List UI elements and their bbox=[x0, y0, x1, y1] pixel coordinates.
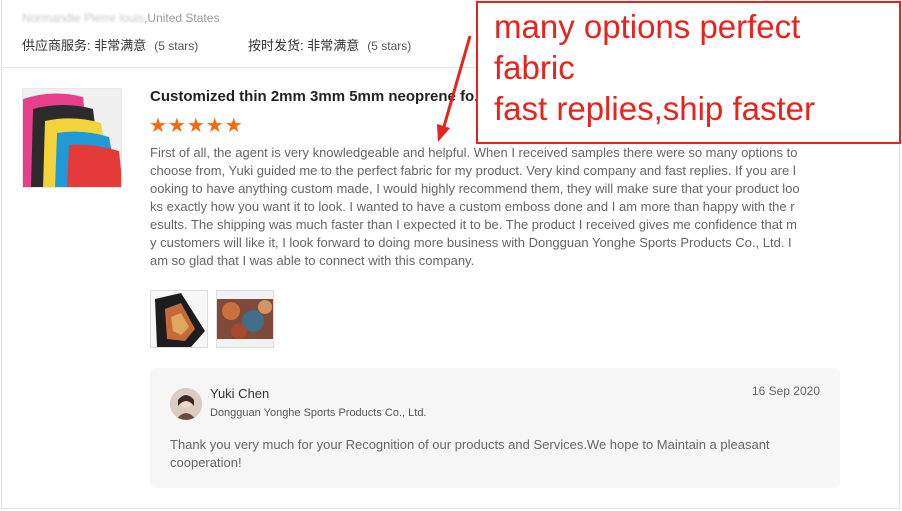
review-photo-1[interactable] bbox=[150, 290, 208, 348]
supplier-service-stars: (5 stars) bbox=[154, 39, 199, 53]
buyer-country: ,United States bbox=[144, 11, 220, 25]
product-title[interactable]: Customized thin 2mm 3mm 5mm neoprene fo.… bbox=[150, 88, 480, 105]
annotation-box: many options perfect fabric fast replies… bbox=[476, 1, 901, 144]
supplier-service-label: 供应商服务: 非常满意 bbox=[22, 38, 147, 53]
seller-reply: Yuki Chen Dongguan Yonghe Sports Product… bbox=[150, 368, 840, 488]
review-photo-2[interactable] bbox=[216, 290, 274, 348]
on-time-shipment-label: 按时发货: 非常满意 bbox=[248, 38, 360, 53]
seller-company: Dongguan Yonghe Sports Products Co., Ltd… bbox=[210, 407, 427, 419]
on-time-shipment-stars: (5 stars) bbox=[367, 39, 412, 53]
reply-date: 16 Sep 2020 bbox=[751, 384, 820, 398]
rating-stars: ★★★★★ bbox=[149, 115, 244, 137]
review-text: First of all, the agent is very knowledg… bbox=[150, 145, 800, 268]
buyer-location: Normandie Pierre louis,United States bbox=[22, 11, 219, 25]
reply-text: Thank you very much for your Recognition… bbox=[170, 437, 770, 470]
supplier-service-rating: 供应商服务: 非常满意 (5 stars) bbox=[22, 35, 198, 54]
avatar bbox=[170, 388, 202, 420]
buyer-name-blurred: Normandie Pierre louis bbox=[22, 11, 145, 25]
seller-name: Yuki Chen bbox=[210, 386, 270, 401]
on-time-shipment-rating: 按时发货: 非常满意 (5 stars) bbox=[248, 35, 411, 54]
product-thumbnail[interactable] bbox=[22, 88, 122, 188]
annotation-text: many options perfect fabric fast replies… bbox=[494, 8, 815, 127]
